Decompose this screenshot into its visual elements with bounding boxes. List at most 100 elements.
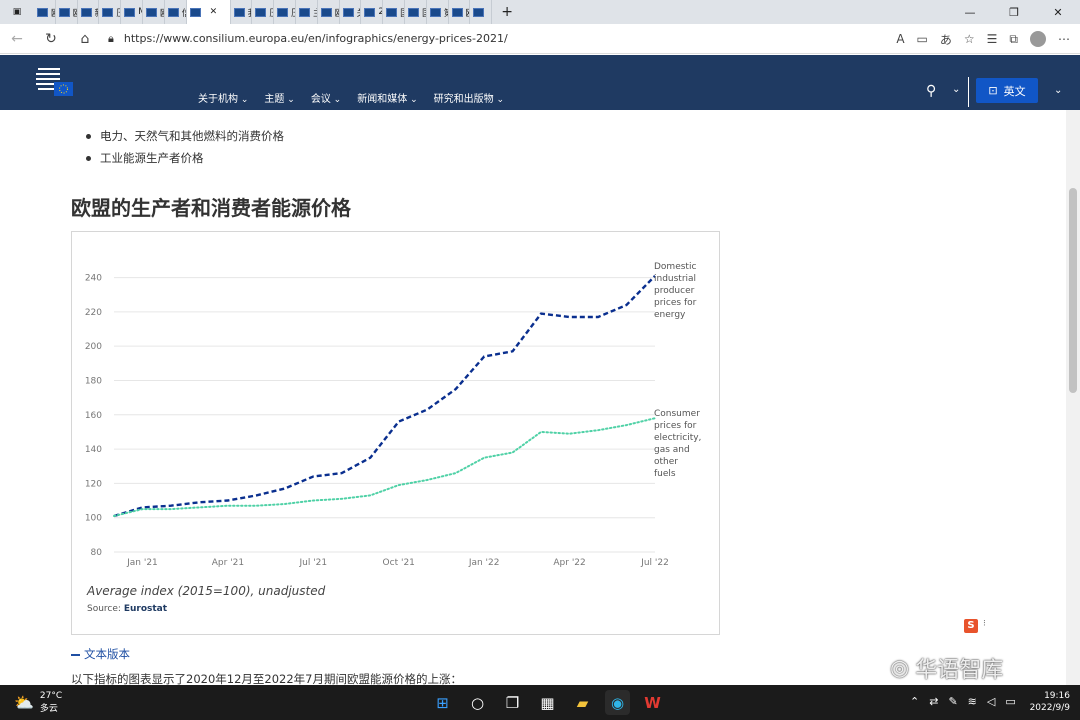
tab-13[interactable]: 关于 xyxy=(340,0,362,24)
refresh-icon[interactable]: ↻ xyxy=(34,31,68,47)
tab-favicon-icon xyxy=(320,7,332,17)
pen-icon[interactable]: ✎ xyxy=(948,695,957,708)
tab-favicon-icon xyxy=(233,7,245,17)
list-item: 电力、天然气和其他燃料的消费价格 xyxy=(86,128,284,144)
tab-favicon-icon xyxy=(255,7,267,17)
menu-item-2[interactable]: 会议 xyxy=(311,90,341,105)
scrollbar[interactable] xyxy=(1066,110,1080,685)
menu-item-1[interactable]: 主题 xyxy=(264,90,294,105)
immersive-reader-icon[interactable]: ▭ xyxy=(917,32,928,46)
tab-favicon-icon xyxy=(298,7,310,17)
ime-icon[interactable]: S xyxy=(964,619,978,633)
avatar[interactable] xyxy=(1030,31,1046,47)
text-version-link[interactable]: 文本版本 xyxy=(71,646,130,662)
chevron-up-icon[interactable]: ⌃ xyxy=(910,695,919,708)
minimize-icon[interactable]: — xyxy=(948,6,992,19)
folder-icon[interactable]: ▰ xyxy=(570,690,595,715)
ime-settings-icon[interactable]: ⁝ xyxy=(983,619,986,629)
tab-7[interactable]: ✕ xyxy=(186,0,231,24)
page-title: 欧盟的生产者和消费者能源价格 xyxy=(71,196,351,220)
tab-favicon-icon xyxy=(124,7,136,17)
translate-icon[interactable]: あ xyxy=(940,31,952,48)
tab-3[interactable]: 压缩 xyxy=(99,0,122,24)
windows-start-icon[interactable]: ⊞ xyxy=(430,690,455,715)
tab-favicon-icon xyxy=(451,7,463,17)
weather-text: 多云 xyxy=(39,704,58,714)
store-icon[interactable]: ▦ xyxy=(535,690,560,715)
language-label: 英文 xyxy=(1003,84,1026,98)
clock[interactable]: 19:16 2022/9/9 xyxy=(1026,690,1070,714)
search-icon[interactable]: ⚲ xyxy=(926,83,936,99)
tab-15[interactable]: 国家 xyxy=(383,0,405,24)
wps-icon[interactable]: W xyxy=(640,690,665,715)
back-icon[interactable]: ← xyxy=(0,31,34,47)
temperature: 27°C xyxy=(39,691,63,701)
wifi-icon[interactable]: ≋ xyxy=(968,695,977,708)
scroll-thumb[interactable] xyxy=(1069,188,1077,393)
tab-18[interactable]: 欧元 xyxy=(449,0,471,24)
tab-8[interactable]: 我们 xyxy=(231,0,253,24)
tab-9[interactable]: 压缩 xyxy=(252,0,275,24)
tab-10[interactable]: 压缩 xyxy=(274,0,296,24)
tab-14[interactable]: 205 xyxy=(361,0,384,24)
read-aloud-icon[interactable]: A xyxy=(896,32,904,46)
x-tick-label: Apr '21 xyxy=(212,558,244,568)
tab-12[interactable]: 欧盟 xyxy=(318,0,340,24)
taskbar: ⛅ 27°C 多云 ⊞ ○ ❐ ▦ ▰ ◉ W ⌃ ⇄ ✎ ≋ ◁ ▭ 19:1… xyxy=(0,685,1080,720)
tab-19[interactable]: 《E xyxy=(470,0,493,24)
council-logo-icon[interactable] xyxy=(36,65,74,99)
tab-1[interactable]: 欧盟 xyxy=(56,0,78,24)
favorites-icon[interactable]: ☰ xyxy=(987,32,998,46)
series-label: fuels xyxy=(654,469,676,479)
tab-favicon-icon xyxy=(342,7,354,17)
taskbar-apps: ⊞ ○ ❐ ▦ ▰ ◉ W xyxy=(430,690,665,715)
lock-icon: 🔒︎ xyxy=(108,31,114,45)
tab-5[interactable]: 欧盟 xyxy=(143,0,165,24)
time: 19:16 xyxy=(1044,691,1070,701)
tab-17[interactable]: 第8 xyxy=(427,0,449,24)
system-tray: ⌃ ⇄ ✎ ≋ ◁ ▭ xyxy=(910,695,1016,708)
tab-2[interactable]: 新闻 xyxy=(78,0,100,24)
tab-11[interactable]: 主席 xyxy=(296,0,318,24)
tab-4[interactable]: Me xyxy=(121,0,143,24)
x-tick-label: Apr '22 xyxy=(553,558,585,568)
tab-favicon-icon xyxy=(429,7,441,17)
menu-item-0[interactable]: 关于机构 xyxy=(198,90,248,105)
search-icon[interactable]: ○ xyxy=(465,690,490,715)
language-icon: ⊡ xyxy=(988,84,998,97)
home-icon[interactable]: ⌂ xyxy=(68,31,102,47)
paragraph: 以下指标的图表显示了2020年12月至2022年7月期间欧盟能源价格的上涨： xyxy=(71,672,462,685)
tab-actions-icon[interactable]: ▣ xyxy=(0,0,34,24)
y-tick-label: 160 xyxy=(85,411,102,421)
window-controls: — ❐ ✕ xyxy=(948,0,1080,24)
y-tick-label: 80 xyxy=(91,548,103,558)
menu-item-3[interactable]: 新闻和媒体 xyxy=(357,90,417,105)
language-button[interactable]: ⊡ 英文 xyxy=(976,78,1038,103)
chevron-down-icon[interactable]: ⌄ xyxy=(1054,85,1062,96)
collections-icon[interactable]: ⧉ xyxy=(1009,32,1018,47)
tab-favicon-icon xyxy=(189,7,201,17)
favorite-icon[interactable]: ☆ xyxy=(964,32,975,46)
volume-icon[interactable]: ◁ xyxy=(987,695,995,708)
weather-widget[interactable]: ⛅ 27°C 多云 xyxy=(14,691,62,714)
tab-0[interactable]: 欧洲 xyxy=(34,0,56,24)
chevron-down-icon[interactable]: ⌄ xyxy=(952,84,960,95)
more-icon[interactable]: ⋯ xyxy=(1058,32,1070,46)
y-tick-label: 220 xyxy=(85,308,102,318)
bullet-list: 电力、天然气和其他燃料的消费价格 工业能源生产者价格 xyxy=(86,128,284,172)
tab-6[interactable]: 信息 xyxy=(165,0,187,24)
tab-favicon-icon xyxy=(102,7,114,17)
line-chart: 80 100 120 140 160 180 200 220 240 Jan '21 Apr '21… xyxy=(85,262,702,568)
tab-16[interactable]: 国家 xyxy=(405,0,427,24)
maximize-icon[interactable]: ❐ xyxy=(992,6,1036,19)
edge-browser-icon[interactable]: ◉ xyxy=(605,690,630,715)
menu-item-4[interactable]: 研究和出版物 xyxy=(434,90,504,105)
close-window-icon[interactable]: ✕ xyxy=(1036,6,1080,19)
ime-tray-icon[interactable]: ⇄ xyxy=(929,695,938,708)
source-link[interactable]: Eurostat xyxy=(124,604,167,614)
close-tab-icon[interactable]: ✕ xyxy=(210,7,218,17)
task-view-icon[interactable]: ❐ xyxy=(500,690,525,715)
new-tab-button[interactable]: + xyxy=(492,4,522,20)
url-field[interactable]: 🔒︎ https://www.consilium.europa.eu/en/in… xyxy=(108,32,808,46)
battery-icon[interactable]: ▭ xyxy=(1005,695,1015,708)
